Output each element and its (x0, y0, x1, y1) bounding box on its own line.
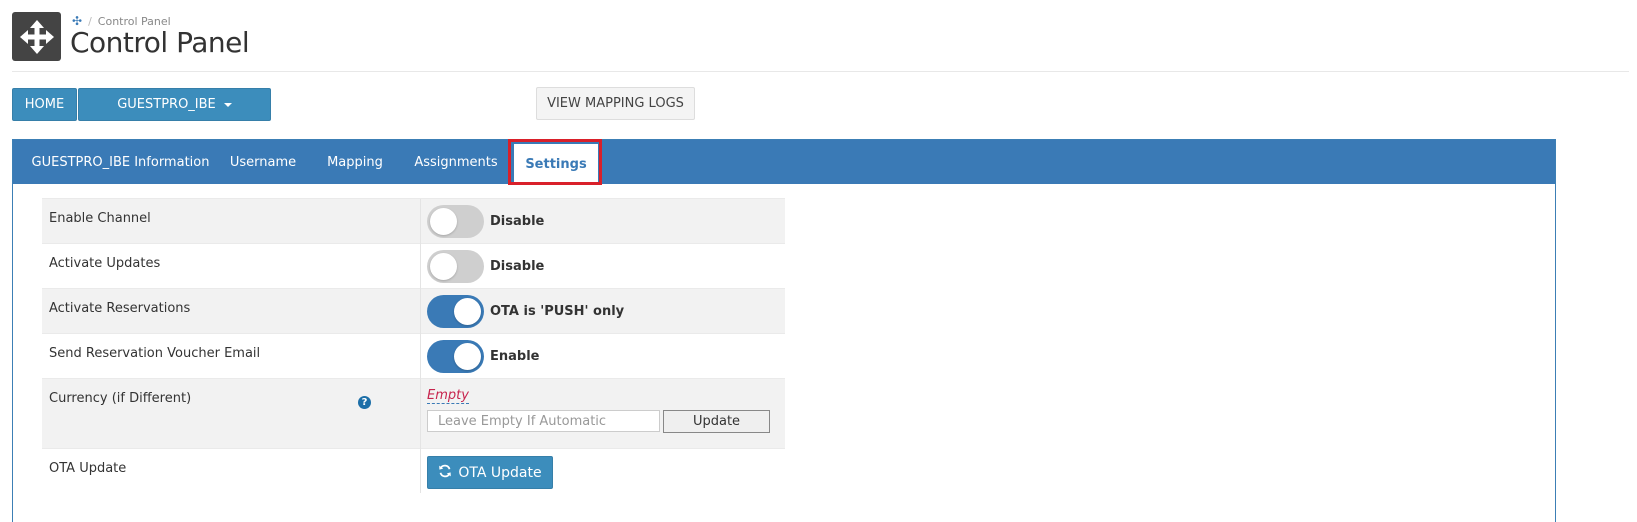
toggle-state-label: OTA is 'PUSH' only (490, 303, 625, 319)
setting-label: Enable Channel (49, 211, 151, 226)
caret-down-icon (223, 102, 232, 107)
setting-row-send-voucher: Send Reservation Voucher Email Enable (42, 333, 785, 379)
setting-row-ota-update: OTA Update OTA Update (42, 448, 785, 493)
toggle-state-label: Enable (490, 348, 540, 364)
tab-information[interactable]: GUESTPRO_IBE Information (23, 140, 218, 184)
currency-input[interactable] (427, 410, 660, 432)
tab-assignments[interactable]: Assignments (403, 140, 509, 184)
channel-dropdown-button[interactable]: GUESTPRO_IBE (78, 88, 271, 121)
view-mapping-logs-button[interactable]: VIEW MAPPING LOGS (536, 87, 695, 120)
enable-channel-toggle[interactable] (427, 204, 484, 238)
tab-mapping[interactable]: Mapping (315, 140, 395, 184)
setting-label: OTA Update (49, 461, 127, 476)
activate-updates-toggle[interactable] (427, 249, 484, 283)
toggle-state-label: Disable (490, 258, 545, 274)
toggle-state-label: Disable (490, 213, 545, 229)
settings-table: Enable Channel Disable Activate Updates … (42, 198, 785, 493)
header-divider (12, 71, 1629, 72)
currency-editable-value[interactable]: Empty (427, 389, 469, 404)
send-voucher-toggle[interactable] (427, 339, 484, 373)
ota-update-label: OTA Update (458, 464, 542, 481)
setting-label: Activate Reservations (49, 301, 191, 316)
channel-panel: GUESTPRO_IBE Information Username Mappin… (12, 139, 1556, 522)
setting-label: Send Reservation Voucher Email (49, 346, 261, 361)
setting-row-activate-reservations: Activate Reservations OTA is 'PUSH' only (42, 288, 785, 334)
setting-row-currency: Currency (if Different) ? Empty Update (42, 378, 785, 449)
tab-settings[interactable]: Settings (514, 144, 598, 184)
ota-update-button[interactable]: OTA Update (427, 456, 553, 489)
activate-reservations-toggle[interactable] (427, 294, 484, 328)
currency-update-button[interactable]: Update (663, 410, 770, 433)
page-title: Control Panel (70, 26, 250, 59)
home-button[interactable]: HOME (12, 88, 77, 121)
app-logo-move-icon (12, 12, 61, 61)
setting-row-activate-updates: Activate Updates Disable (42, 243, 785, 289)
currency-form: Update (427, 410, 779, 433)
tab-bar: GUESTPRO_IBE Information Username Mappin… (13, 139, 1555, 185)
channel-dropdown-label: GUESTPRO_IBE (117, 97, 216, 112)
refresh-icon (438, 464, 452, 482)
tab-username[interactable]: Username (219, 140, 307, 184)
setting-row-enable-channel: Enable Channel Disable (42, 198, 785, 244)
help-icon[interactable]: ? (358, 396, 371, 409)
setting-label: Activate Updates (49, 256, 161, 271)
